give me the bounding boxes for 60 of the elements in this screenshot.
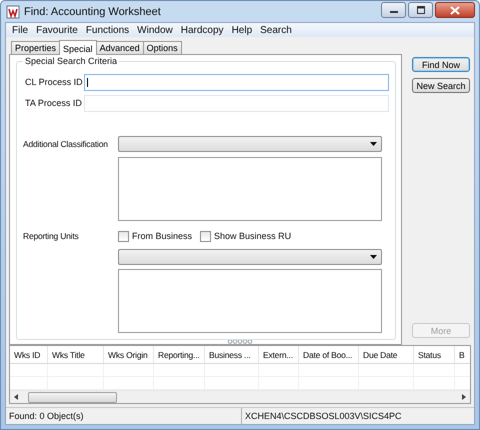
button[interactable]: Find Now bbox=[412, 57, 470, 72]
minimize-button[interactable] bbox=[381, 2, 406, 18]
column-header[interactable]: B bbox=[455, 346, 470, 364]
menu-item[interactable]: Help bbox=[228, 24, 258, 36]
caret-icon bbox=[370, 142, 377, 146]
column-header[interactable]: Due Date bbox=[359, 346, 414, 364]
window-title: Find: Accounting Worksheet bbox=[24, 6, 162, 18]
field-label: CL Process ID bbox=[24, 77, 84, 87]
tab[interactable]: Options bbox=[142, 41, 182, 54]
close-button[interactable] bbox=[435, 2, 475, 18]
maximize-icon bbox=[416, 6, 426, 14]
table-cell bbox=[299, 364, 359, 377]
table-cell bbox=[48, 364, 104, 377]
caret-icon bbox=[370, 255, 377, 259]
table-cell bbox=[205, 364, 259, 377]
horizontal-scrollbar[interactable] bbox=[10, 390, 470, 403]
list-box[interactable] bbox=[118, 157, 382, 221]
checkbox[interactable] bbox=[200, 230, 212, 242]
tab[interactable]: Special bbox=[59, 40, 97, 55]
table-cell bbox=[414, 364, 455, 377]
table-cell bbox=[359, 364, 414, 377]
column-header[interactable]: Business ... bbox=[205, 346, 259, 364]
menu-item[interactable]: Functions bbox=[82, 24, 134, 36]
dropdown[interactable] bbox=[118, 136, 382, 152]
app-icon bbox=[6, 4, 20, 18]
dropdown[interactable] bbox=[118, 249, 382, 265]
column-header[interactable]: Reporting... bbox=[154, 346, 205, 364]
table-cell bbox=[10, 364, 48, 377]
column-header[interactable]: Wks Title bbox=[48, 346, 104, 364]
status-text: Found: 0 Object(s) bbox=[6, 408, 242, 424]
column-header[interactable]: Wks Origin bbox=[104, 346, 154, 364]
text-field[interactable] bbox=[84, 74, 389, 90]
table-cell bbox=[154, 364, 205, 377]
column-header[interactable]: Wks ID bbox=[10, 346, 48, 364]
splitter-handle[interactable] bbox=[225, 338, 255, 345]
menu-item[interactable]: File bbox=[9, 24, 34, 36]
field-label: TA Process ID bbox=[24, 98, 83, 108]
table-cell bbox=[259, 364, 299, 377]
checkbox-label: From Business bbox=[132, 231, 192, 241]
menu-item[interactable]: Favourite bbox=[33, 24, 83, 36]
field-label: Additional Classification bbox=[23, 138, 109, 151]
tab[interactable]: Properties bbox=[11, 41, 60, 54]
column-header[interactable]: Status bbox=[414, 346, 455, 364]
column-header[interactable]: Date of Boo... bbox=[299, 346, 359, 364]
column-header[interactable]: Extern... bbox=[259, 346, 299, 364]
menu-item[interactable]: Window bbox=[134, 24, 178, 36]
table-cell bbox=[104, 364, 154, 377]
field-label: Reporting Units bbox=[23, 230, 80, 243]
status-text: XCHEN4\CSCDBSOSL003V\SICS4PC bbox=[244, 410, 402, 423]
maximize-button[interactable] bbox=[408, 2, 433, 18]
button[interactable]: New Search bbox=[412, 78, 470, 93]
checkbox[interactable] bbox=[118, 230, 129, 242]
list-box[interactable] bbox=[118, 269, 382, 333]
checkbox-label: Show Business RU bbox=[214, 231, 292, 241]
close-icon bbox=[450, 6, 460, 14]
scroll-thumb[interactable] bbox=[28, 392, 117, 403]
menu-item[interactable]: Search bbox=[257, 24, 297, 36]
group-title: Special Search Criteria bbox=[23, 56, 120, 66]
menu-item[interactable]: Hardcopy bbox=[178, 24, 229, 36]
tab[interactable]: Advanced bbox=[96, 41, 144, 54]
